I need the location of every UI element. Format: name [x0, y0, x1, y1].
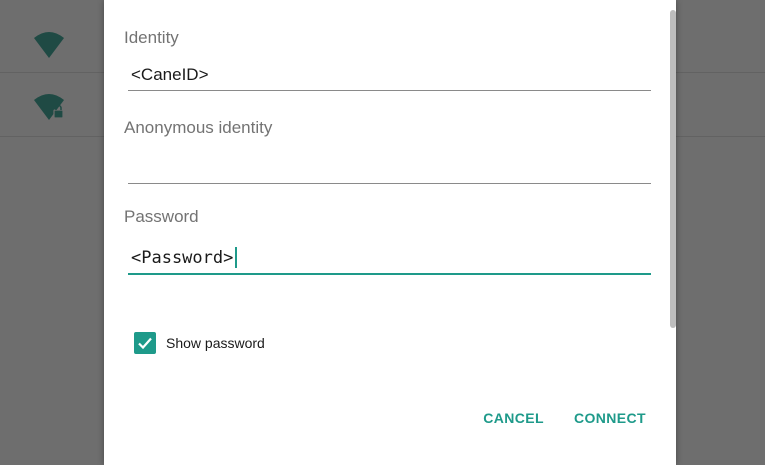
- connect-button[interactable]: CONNECT: [574, 410, 646, 426]
- identity-input[interactable]: <CaneID>: [128, 60, 651, 91]
- show-password-label: Show password: [166, 335, 265, 351]
- wifi-signal-locked-icon: [34, 94, 64, 120]
- password-value-wrap: <Password>: [131, 247, 238, 268]
- cancel-button[interactable]: CANCEL: [483, 410, 544, 426]
- show-password-row[interactable]: Show password: [134, 332, 265, 354]
- identity-value: <CaneID>: [131, 65, 209, 84]
- identity-label: Identity: [124, 28, 179, 47]
- dialog-scrollbar[interactable]: [670, 10, 676, 328]
- screen: Identity <CaneID> Anonymous identity Pas…: [0, 0, 765, 465]
- password-label: Password: [124, 207, 199, 226]
- wifi-signal-icon: [34, 32, 64, 58]
- anonymous-identity-input[interactable]: [128, 153, 651, 184]
- text-cursor: [235, 247, 238, 268]
- password-input[interactable]: <Password>: [128, 243, 651, 275]
- password-value: <Password>: [131, 247, 234, 268]
- show-password-checkbox[interactable]: [134, 332, 156, 354]
- dialog-actions: CANCEL CONNECT: [483, 410, 646, 426]
- checkmark-icon: [138, 337, 152, 350]
- anonymous-identity-label: Anonymous identity: [124, 118, 273, 137]
- wifi-connect-dialog: Identity <CaneID> Anonymous identity Pas…: [104, 0, 676, 465]
